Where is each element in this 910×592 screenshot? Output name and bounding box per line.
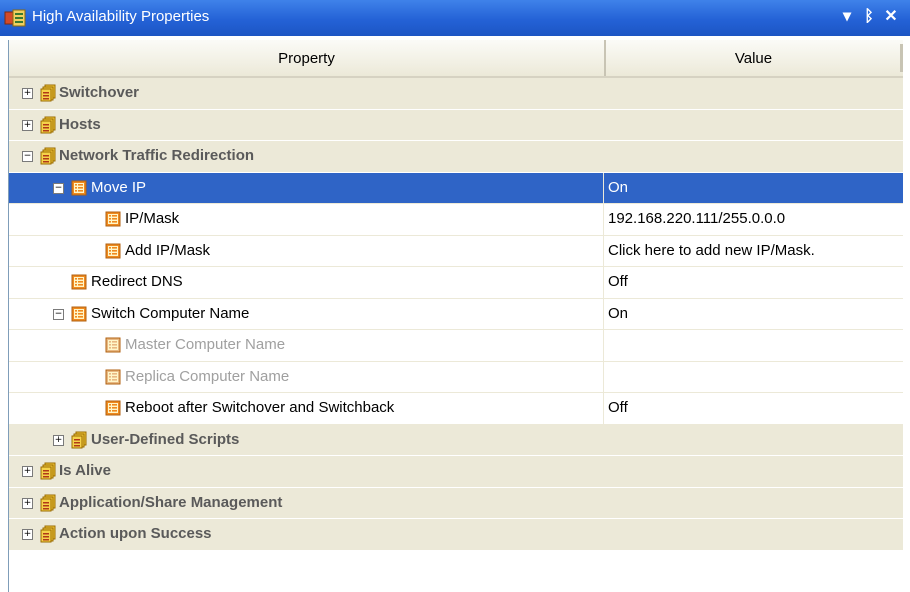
collapse-icon[interactable]: − bbox=[22, 151, 33, 162]
expand-icon[interactable]: + bbox=[22, 497, 33, 509]
value-cell[interactable] bbox=[604, 361, 903, 392]
property-cell[interactable]: Add IP/Mask bbox=[9, 235, 604, 266]
row-label: Replica Computer Name bbox=[125, 367, 290, 385]
property-list-icon bbox=[71, 306, 87, 321]
row-label: Is Alive bbox=[59, 462, 111, 479]
expand-icon[interactable]: + bbox=[53, 434, 64, 446]
title-bar[interactable]: High Availability Properties ▾ ᛒ ✕ bbox=[0, 0, 910, 36]
row-label: Redirect DNS bbox=[91, 273, 183, 290]
category-folder-icon bbox=[40, 525, 56, 543]
value-cell[interactable]: On bbox=[604, 298, 903, 329]
collapse-icon[interactable]: − bbox=[53, 308, 64, 320]
dropdown-arrow-icon[interactable]: ▾ bbox=[836, 6, 858, 28]
category-folder-icon bbox=[40, 116, 56, 133]
category-folder-icon bbox=[71, 431, 87, 448]
property-row[interactable]: Add IP/Mask Click here to add new IP/Mask… bbox=[9, 235, 903, 267]
high-availability-properties-panel: High Availability Properties ▾ ᛒ ✕ Prope… bbox=[0, 0, 910, 592]
collapse-icon[interactable]: − bbox=[53, 182, 64, 194]
property-cell[interactable]: Reboot after Switchover and Switchback bbox=[9, 393, 604, 424]
property-list-icon bbox=[105, 400, 121, 416]
expand-icon[interactable]: + bbox=[22, 466, 33, 477]
pin-icon[interactable]: ᛒ bbox=[858, 6, 880, 28]
property-cell[interactable]: + Is Alive bbox=[9, 456, 903, 487]
property-cell[interactable]: Master Computer Name bbox=[9, 330, 604, 361]
property-cell[interactable]: + Switchover bbox=[9, 78, 903, 109]
property-list-icon bbox=[105, 369, 121, 384]
category-folder-icon bbox=[40, 147, 56, 165]
value-cell[interactable]: Off bbox=[604, 393, 903, 424]
property-list-icon bbox=[71, 180, 87, 195]
value-cell[interactable]: Off bbox=[604, 267, 903, 298]
row-label: Hosts bbox=[59, 115, 101, 133]
property-cell[interactable]: − Network Traffic Redirection bbox=[9, 141, 903, 172]
property-cell[interactable]: + Action upon Success bbox=[9, 519, 903, 550]
category-row[interactable]: + Switchover bbox=[9, 78, 903, 110]
row-label: Move IP bbox=[91, 178, 147, 196]
row-label: Application/Share Management bbox=[59, 493, 283, 511]
row-label: IP/Mask bbox=[125, 210, 180, 227]
category-row[interactable]: + Is Alive bbox=[9, 456, 903, 488]
value-cell[interactable]: Click here to add new IP/Mask. bbox=[604, 235, 903, 266]
window-title: High Availability Properties bbox=[32, 8, 210, 25]
row-label: Switchover bbox=[59, 84, 140, 101]
property-cell[interactable]: IP/Mask bbox=[9, 204, 604, 235]
property-cell[interactable]: − Switch Computer Name bbox=[9, 298, 604, 329]
expand-icon[interactable]: + bbox=[22, 529, 33, 540]
property-list-icon bbox=[105, 337, 121, 353]
property-cell[interactable]: Replica Computer Name bbox=[9, 361, 604, 392]
property-cell[interactable]: Redirect DNS bbox=[9, 267, 604, 298]
properties-window-icon bbox=[4, 9, 26, 27]
category-folder-icon bbox=[40, 462, 56, 480]
grid-header: Property Value bbox=[9, 40, 903, 78]
property-rows: + Switchover + Hosts − Network Traffic Redire… bbox=[9, 78, 903, 551]
property-row[interactable]: Redirect DNS Off bbox=[9, 267, 903, 299]
category-row[interactable]: + Hosts bbox=[9, 109, 903, 141]
property-row[interactable]: Master Computer Name bbox=[9, 330, 903, 362]
category-row[interactable]: − Network Traffic Redirection bbox=[9, 141, 903, 173]
category-folder-icon bbox=[40, 84, 56, 102]
row-label: Reboot after Switchover and Switchback bbox=[125, 399, 395, 416]
row-label: User-Defined Scripts bbox=[91, 430, 240, 448]
property-grid: Property Value + Switchover + Hosts − Network… bbox=[8, 40, 903, 592]
row-label: Switch Computer Name bbox=[91, 304, 250, 322]
property-column-header[interactable]: Property bbox=[9, 40, 606, 76]
expand-icon[interactable]: + bbox=[22, 88, 33, 99]
row-label: Add IP/Mask bbox=[125, 241, 211, 259]
category-row[interactable]: + Action upon Success bbox=[9, 519, 903, 551]
value-cell[interactable] bbox=[604, 330, 903, 361]
property-row[interactable]: − Move IP On bbox=[9, 172, 903, 204]
property-row[interactable]: Reboot after Switchover and Switchback Of… bbox=[9, 393, 903, 425]
property-list-icon bbox=[105, 211, 121, 227]
category-row[interactable]: + User-Defined Scripts bbox=[9, 424, 903, 456]
property-cell[interactable]: + Application/Share Management bbox=[9, 488, 903, 519]
row-label: Action upon Success bbox=[59, 525, 212, 542]
row-label: Network Traffic Redirection bbox=[59, 147, 255, 164]
property-cell[interactable]: − Move IP bbox=[9, 172, 604, 203]
expand-icon[interactable]: + bbox=[22, 119, 33, 131]
property-cell[interactable]: + User-Defined Scripts bbox=[9, 425, 903, 456]
property-list-icon bbox=[71, 274, 87, 290]
row-label: Master Computer Name bbox=[125, 336, 286, 353]
category-folder-icon bbox=[40, 494, 56, 511]
value-column-header[interactable]: Value bbox=[606, 40, 903, 76]
property-row[interactable]: IP/Mask 192.168.220.111/255.0.0.0 bbox=[9, 204, 903, 236]
property-list-icon bbox=[105, 243, 121, 258]
property-cell[interactable]: + Hosts bbox=[9, 110, 903, 141]
property-row[interactable]: − Switch Computer Name On bbox=[9, 298, 903, 330]
close-icon[interactable]: ✕ bbox=[880, 6, 902, 28]
value-cell[interactable]: 192.168.220.111/255.0.0.0 bbox=[604, 204, 903, 235]
category-row[interactable]: + Application/Share Management bbox=[9, 487, 903, 519]
value-cell[interactable]: On bbox=[604, 172, 903, 203]
property-row[interactable]: Replica Computer Name bbox=[9, 361, 903, 393]
